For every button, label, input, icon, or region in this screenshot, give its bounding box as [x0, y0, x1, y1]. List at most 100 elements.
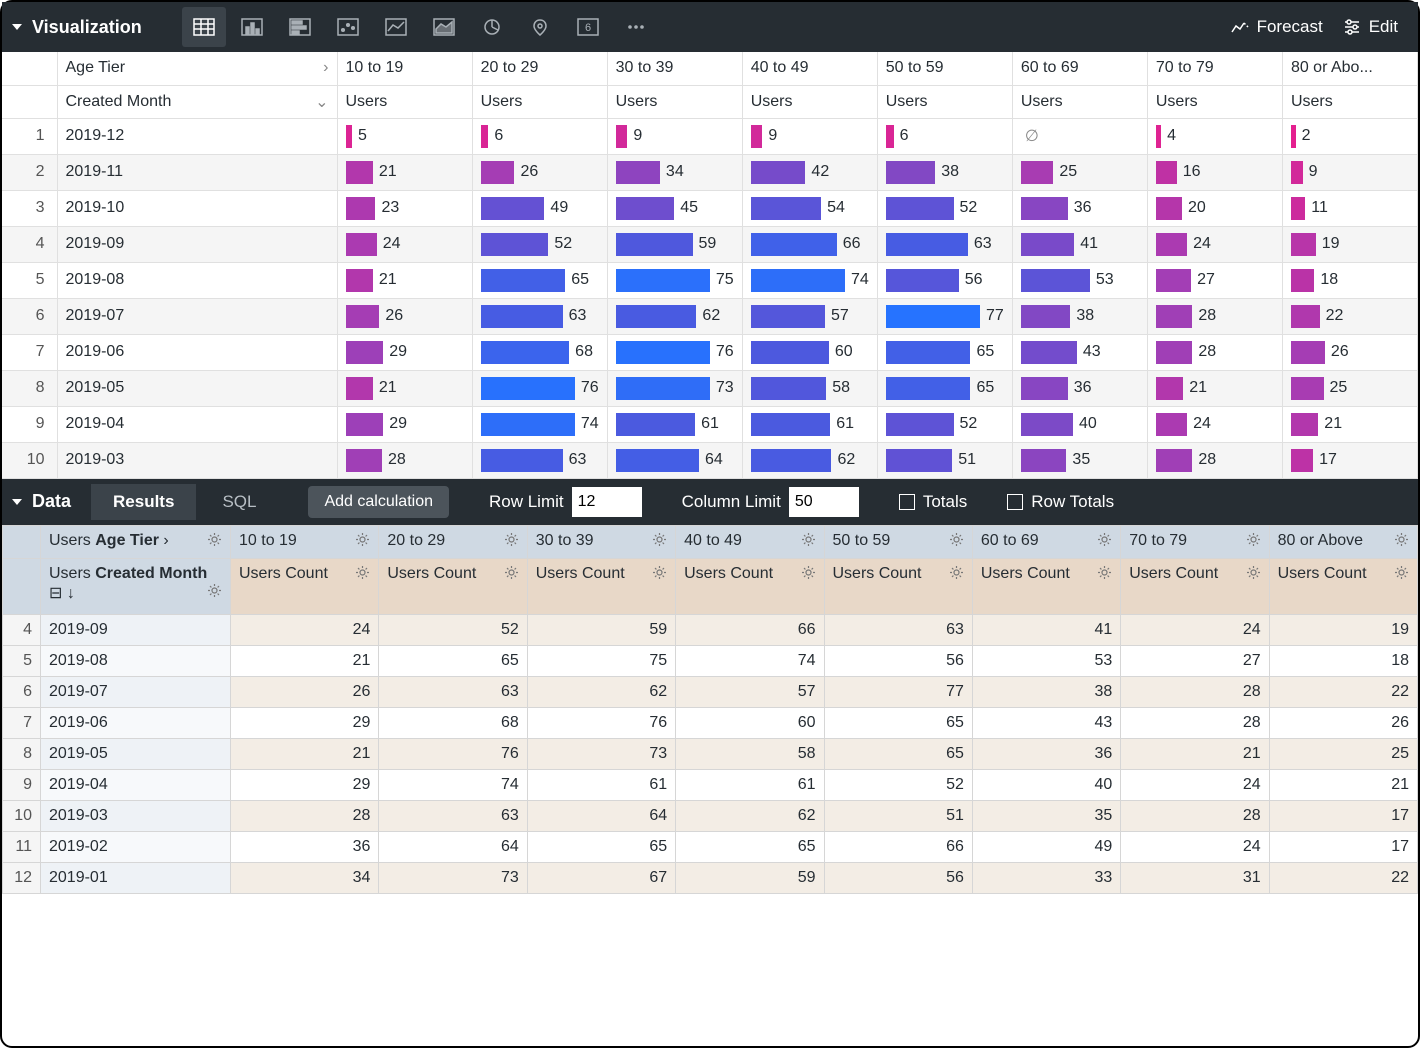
measure-header[interactable]: Users	[1012, 85, 1147, 118]
measure-cell[interactable]: 24	[231, 614, 379, 645]
measure-cell[interactable]: 65	[877, 334, 1012, 370]
gear-icon[interactable]	[652, 565, 667, 585]
measure-cell[interactable]: 56	[877, 262, 1012, 298]
col-header[interactable]: 30 to 39	[607, 52, 742, 85]
measure-cell[interactable]: 17	[1282, 442, 1417, 478]
measure-cell[interactable]: 52	[472, 226, 607, 262]
row-limit-input[interactable]	[572, 487, 642, 517]
measure-cell[interactable]: 56	[824, 645, 972, 676]
measure-header[interactable]: Users	[607, 85, 742, 118]
col-header[interactable]: 50 to 59	[877, 52, 1012, 85]
measure-cell[interactable]: 38	[1012, 298, 1147, 334]
dimension-value[interactable]: 2019-03	[57, 442, 337, 478]
measure-cell[interactable]: 64	[527, 800, 675, 831]
measure-cell[interactable]: 51	[877, 442, 1012, 478]
measure-cell[interactable]: 19	[1269, 614, 1417, 645]
data-col-header[interactable]: 50 to 59	[824, 525, 972, 558]
measure-cell[interactable]: 65	[676, 831, 824, 862]
data-col-header[interactable]: 60 to 69	[972, 525, 1120, 558]
measure-cell[interactable]: 17	[1269, 831, 1417, 862]
dimension-value[interactable]: 2019-09	[57, 226, 337, 262]
measure-cell[interactable]: 66	[742, 226, 877, 262]
gear-icon[interactable]	[207, 532, 222, 552]
measure-cell[interactable]: 49	[472, 190, 607, 226]
data-col-header[interactable]: 80 or Above	[1269, 525, 1417, 558]
measure-cell[interactable]: 11	[1282, 190, 1417, 226]
measure-cell[interactable]: 49	[972, 831, 1120, 862]
measure-cell[interactable]: 77	[824, 676, 972, 707]
data-col-header[interactable]: 70 to 79	[1121, 525, 1269, 558]
measure-cell[interactable]: 59	[607, 226, 742, 262]
measure-cell[interactable]: 60	[742, 334, 877, 370]
measure-cell[interactable]: 21	[337, 154, 472, 190]
measure-cell[interactable]: 19	[1282, 226, 1417, 262]
dimension-value[interactable]: 2019-04	[57, 406, 337, 442]
measure-cell[interactable]: 40	[972, 769, 1120, 800]
scatter-viz-button[interactable]	[326, 7, 370, 47]
measure-cell[interactable]: 73	[527, 738, 675, 769]
column-viz-button[interactable]	[230, 7, 274, 47]
measure-cell[interactable]: 29	[231, 707, 379, 738]
measure-cell[interactable]: 9	[742, 118, 877, 154]
measure-cell[interactable]: 61	[742, 406, 877, 442]
measure-cell[interactable]: 63	[379, 676, 527, 707]
measure-cell[interactable]: 4	[1147, 118, 1282, 154]
measure-cell[interactable]: 38	[972, 676, 1120, 707]
measure-cell[interactable]: 43	[1012, 334, 1147, 370]
measure-cell[interactable]: 34	[231, 862, 379, 893]
dimension-value[interactable]: 2019-06	[41, 707, 231, 738]
measure-cell[interactable]: 77	[877, 298, 1012, 334]
measure-cell[interactable]: 74	[379, 769, 527, 800]
gear-icon[interactable]	[355, 532, 370, 552]
dimension-value[interactable]: 2019-06	[57, 334, 337, 370]
measure-cell[interactable]: 27	[1147, 262, 1282, 298]
measure-cell[interactable]: 28	[231, 800, 379, 831]
gear-icon[interactable]	[207, 583, 222, 603]
measure-cell[interactable]: 20	[1147, 190, 1282, 226]
measure-cell[interactable]: 76	[472, 370, 607, 406]
pivot-header[interactable]: Age Tier›	[57, 52, 337, 85]
measure-cell[interactable]: 64	[379, 831, 527, 862]
dimension-value[interactable]: 2019-09	[41, 614, 231, 645]
col-header[interactable]: 80 or Abo...	[1282, 52, 1417, 85]
measure-cell[interactable]: 52	[877, 190, 1012, 226]
col-header[interactable]: 10 to 19	[337, 52, 472, 85]
measure-cell[interactable]: 65	[472, 262, 607, 298]
gear-icon[interactable]	[1394, 565, 1409, 585]
measure-cell[interactable]: 66	[824, 831, 972, 862]
bar-viz-button[interactable]	[278, 7, 322, 47]
totals-checkbox[interactable]	[899, 494, 915, 510]
sql-tab[interactable]: SQL	[200, 484, 278, 520]
measure-cell[interactable]: 62	[742, 442, 877, 478]
measure-cell[interactable]: 63	[877, 226, 1012, 262]
measure-cell[interactable]: 26	[231, 676, 379, 707]
measure-cell[interactable]: 24	[1147, 226, 1282, 262]
measure-cell[interactable]: 64	[607, 442, 742, 478]
measure-cell[interactable]: 24	[1121, 614, 1269, 645]
data-measure-header[interactable]: Users Count	[824, 558, 972, 614]
measure-cell[interactable]: 28	[1121, 676, 1269, 707]
collapse-icon[interactable]	[12, 499, 22, 505]
measure-cell[interactable]: 52	[824, 769, 972, 800]
measure-header[interactable]: Users	[472, 85, 607, 118]
measure-cell[interactable]: 26	[472, 154, 607, 190]
col-header[interactable]: 70 to 79	[1147, 52, 1282, 85]
measure-cell[interactable]: 73	[379, 862, 527, 893]
measure-cell[interactable]: 40	[1012, 406, 1147, 442]
measure-cell[interactable]: 24	[1121, 831, 1269, 862]
measure-cell[interactable]: 28	[1147, 298, 1282, 334]
measure-cell[interactable]: 28	[1121, 707, 1269, 738]
gear-icon[interactable]	[949, 532, 964, 552]
measure-cell[interactable]: 17	[1269, 800, 1417, 831]
data-measure-header[interactable]: Users Count	[1269, 558, 1417, 614]
measure-cell[interactable]: 24	[1121, 769, 1269, 800]
measure-cell[interactable]: 66	[676, 614, 824, 645]
measure-cell[interactable]: 63	[472, 442, 607, 478]
measure-cell[interactable]: 61	[676, 769, 824, 800]
measure-cell[interactable]: 41	[972, 614, 1120, 645]
measure-cell[interactable]: 45	[607, 190, 742, 226]
measure-cell[interactable]: 67	[527, 862, 675, 893]
measure-cell[interactable]: 28	[1147, 442, 1282, 478]
measure-cell[interactable]: 75	[527, 645, 675, 676]
measure-cell[interactable]: 6	[877, 118, 1012, 154]
